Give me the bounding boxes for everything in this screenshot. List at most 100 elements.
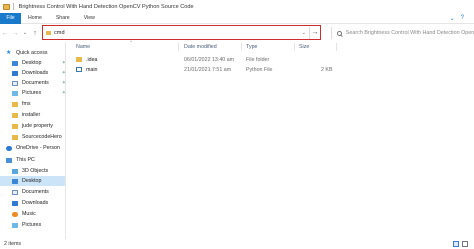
downloads-icon xyxy=(12,70,18,76)
file-date: 21/01/2021 7:51 am xyxy=(184,67,232,73)
folder-icon xyxy=(12,123,18,129)
address-bar[interactable]: cmd ⌄ → xyxy=(42,25,321,40)
up-arrow-icon[interactable]: ↑ xyxy=(30,26,40,40)
sidebar-item-downloads-this-pc[interactable]: Downloads xyxy=(12,198,48,208)
pin-icon: ✦ xyxy=(61,80,66,86)
3d-objects-icon xyxy=(12,168,18,174)
ribbon: File Home Share View ⌄ ? xyxy=(0,12,474,24)
window-title: Brightness Control With Hand Detection O… xyxy=(18,3,194,10)
sidebar-item-label: Pictures xyxy=(22,90,42,96)
column-divider[interactable] xyxy=(294,43,295,51)
search-input[interactable]: Search Brightness Control With Hand Dete… xyxy=(346,30,474,36)
sidebar-item-label: Desktop xyxy=(22,178,42,184)
column-divider[interactable] xyxy=(336,43,337,51)
recent-locations-icon[interactable]: ⌄ xyxy=(20,26,30,40)
sidebar-item-label: Downloads xyxy=(22,70,49,76)
music-icon xyxy=(12,211,18,217)
desktop-icon xyxy=(12,60,18,66)
desktop-icon xyxy=(12,178,18,184)
sidebar-item-desktop-this-pc[interactable]: Desktop xyxy=(0,176,65,186)
folder-icon xyxy=(46,30,51,35)
search-box[interactable]: Search Brightness Control With Hand Dete… xyxy=(331,27,474,39)
sidebar-item-installer[interactable]: installer xyxy=(12,110,40,120)
sidebar-item-documents[interactable]: Documents ✦ xyxy=(12,78,66,88)
sidebar-item-pictures[interactable]: Pictures ✦ xyxy=(12,88,66,98)
star-icon: ★ xyxy=(6,49,12,56)
status-bar: 2 items xyxy=(0,239,474,249)
documents-icon xyxy=(12,80,18,86)
column-header-row: ^ Name Date modified Type Size xyxy=(66,39,474,52)
go-arrow-icon[interactable]: → xyxy=(309,26,320,39)
title-separator xyxy=(13,3,14,10)
sidebar-item-sourcecodehero[interactable]: SourcecodeHero xyxy=(12,132,62,142)
downloads-icon xyxy=(12,200,18,206)
sidebar-item-onedrive[interactable]: OneDrive - Person xyxy=(6,143,60,153)
file-row[interactable]: main 21/01/2021 7:51 am Python File 2 KB xyxy=(66,65,474,75)
sidebar-item-quick-access[interactable]: ★ Quick access xyxy=(6,48,48,58)
title-bar: Brightness Control With Hand Detection O… xyxy=(0,0,474,13)
sidebar-item-pictures-this-pc[interactable]: Pictures xyxy=(12,220,41,230)
sidebar-item-desktop[interactable]: Desktop ✦ xyxy=(12,58,65,68)
sidebar-item-label: Downloads xyxy=(22,200,49,206)
sidebar-item-documents-this-pc[interactable]: Documents xyxy=(12,187,49,197)
column-divider[interactable] xyxy=(241,43,242,51)
folder-icon xyxy=(12,101,18,107)
column-header-date-modified[interactable]: Date modified xyxy=(184,44,217,50)
sidebar-item-label: Desktop xyxy=(22,60,42,66)
file-size: 2 KB xyxy=(321,67,333,73)
search-icon xyxy=(337,30,342,36)
sidebar-item-this-pc[interactable]: This PC xyxy=(6,155,35,165)
large-icons-view-icon[interactable] xyxy=(462,241,468,247)
folder-icon xyxy=(76,57,82,62)
onedrive-icon xyxy=(6,145,12,151)
sidebar-item-label: Pictures xyxy=(22,222,42,228)
column-divider[interactable] xyxy=(178,43,179,51)
sidebar-item-label: Music xyxy=(22,211,36,217)
sidebar-item-label: Documents xyxy=(22,189,49,195)
expand-ribbon-icon[interactable]: ⌄ xyxy=(450,15,455,22)
help-icon[interactable]: ? xyxy=(461,15,464,21)
sidebar-item-label: OneDrive - Person xyxy=(16,145,60,151)
address-dropdown-icon[interactable]: ⌄ xyxy=(302,30,306,36)
file-name: .idea xyxy=(86,57,98,63)
column-header-type[interactable]: Type xyxy=(246,44,257,50)
back-arrow-icon[interactable]: ← xyxy=(0,26,10,40)
tab-view[interactable]: View xyxy=(77,15,102,21)
sidebar-item-label: SourcecodeHero xyxy=(22,134,62,140)
file-name: main xyxy=(86,67,98,73)
sidebar-item-label: Quick access xyxy=(16,50,48,56)
tab-file[interactable]: File xyxy=(0,12,21,24)
sidebar-item-label: Documents xyxy=(22,80,49,86)
file-row[interactable]: .idea 06/01/2022 13:40 am File folder xyxy=(66,55,474,65)
file-type: File folder xyxy=(246,57,270,63)
folder-icon xyxy=(12,134,18,140)
file-date: 06/01/2022 13:40 am xyxy=(184,57,235,63)
column-header-size[interactable]: Size xyxy=(299,44,309,50)
sidebar-item-label: This PC xyxy=(16,157,35,163)
sidebar-item-label: installer xyxy=(22,112,41,118)
ribbon-controls: ⌄ ? xyxy=(450,15,464,22)
sidebar-item-downloads[interactable]: Downloads ✦ xyxy=(12,68,65,78)
sidebar-item-label: fms xyxy=(22,101,31,107)
folder-icon xyxy=(12,112,18,118)
sidebar-item-fms[interactable]: fms xyxy=(12,99,31,109)
sidebar-item-jude-property[interactable]: jude property xyxy=(12,121,53,131)
sidebar-item-3d-objects[interactable]: 3D Objects xyxy=(12,166,48,176)
details-view-icon[interactable] xyxy=(453,241,459,247)
navigation-bar: ← → ⌄ ↑ cmd ⌄ → Search Brightness Contro… xyxy=(0,24,474,42)
file-type: Python File xyxy=(246,67,273,73)
address-input[interactable]: cmd xyxy=(54,30,65,36)
python-file-icon xyxy=(76,67,82,72)
sidebar-item-label: 3D Objects xyxy=(22,168,49,174)
pc-icon xyxy=(6,157,12,163)
forward-arrow-icon[interactable]: → xyxy=(10,26,20,40)
column-header-name[interactable]: Name xyxy=(76,44,90,50)
view-toggle xyxy=(453,241,468,247)
sort-caret-icon: ^ xyxy=(130,39,132,44)
pin-icon: ✦ xyxy=(61,90,66,96)
navigation-pane: ★ Quick access Desktop ✦ Downloads ✦ Doc… xyxy=(0,42,66,239)
tab-home[interactable]: Home xyxy=(21,15,49,21)
sidebar-item-music[interactable]: Music xyxy=(12,209,36,219)
tab-share[interactable]: Share xyxy=(49,15,77,21)
pictures-icon xyxy=(12,90,18,96)
